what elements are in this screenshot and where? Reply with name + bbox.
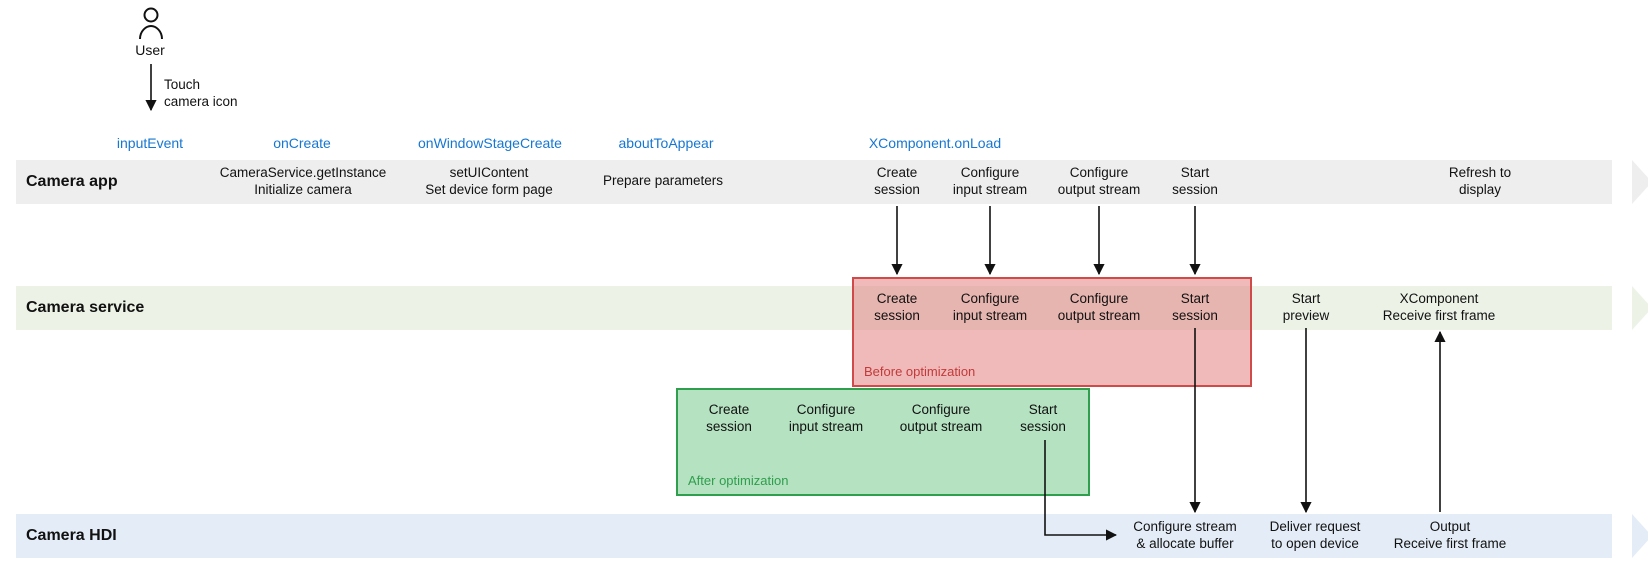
lane-title-app: Camera app	[26, 160, 118, 204]
srv-step-cfgoutput: Configure output stream	[1044, 291, 1154, 325]
srv-step-startpreview: Start preview	[1266, 291, 1346, 325]
srv-step-createsession: Create session	[862, 291, 932, 325]
lane-title-service: Camera service	[26, 286, 144, 330]
srv-step-receivefirst: XComponent Receive first frame	[1364, 291, 1514, 325]
method-abouttoappear: aboutToAppear	[606, 135, 726, 153]
method-onwindowstagecreate: onWindowStageCreate	[400, 135, 580, 153]
app-step-prepareparams: Prepare parameters	[588, 173, 738, 190]
app-step-createsession: Create session	[862, 165, 932, 199]
app-step-cfginput: Configure input stream	[940, 165, 1040, 199]
app-step-getinstance: CameraService.getInstance Initialize cam…	[208, 165, 398, 199]
srv-step-startsession: Start session	[1160, 291, 1230, 325]
method-oncreate: onCreate	[262, 135, 342, 153]
app-step-setuicontent: setUIContent Set device form page	[414, 165, 564, 199]
diagram-canvas: User Touch camera icon inputEvent onCrea…	[0, 0, 1648, 578]
after-optimization-caption: After optimization	[688, 473, 788, 488]
method-inputevent: inputEvent	[100, 135, 200, 153]
app-step-cfgoutput: Configure output stream	[1044, 165, 1154, 199]
user-label: User	[120, 42, 180, 60]
hdi-step-output: Output Receive first frame	[1380, 519, 1520, 553]
app-step-startsession: Start session	[1160, 165, 1230, 199]
app-step-refresh: Refresh to display	[1440, 165, 1520, 199]
user-action-label: Touch camera icon	[164, 77, 264, 111]
opt-step-cfgoutput: Configure output stream	[886, 402, 996, 436]
before-optimization-caption: Before optimization	[864, 364, 975, 379]
opt-step-startsession: Start session	[1008, 402, 1078, 436]
opt-step-createsession: Create session	[694, 402, 764, 436]
method-xcomponent-onload: XComponent.onLoad	[850, 135, 1020, 153]
lane-title-hdi: Camera HDI	[26, 514, 117, 558]
hdi-step-configstream: Configure stream & allocate buffer	[1120, 519, 1250, 553]
user-icon	[137, 6, 165, 42]
opt-step-cfginput: Configure input stream	[776, 402, 876, 436]
hdi-step-deliverreq: Deliver request to open device	[1260, 519, 1370, 553]
srv-step-cfginput: Configure input stream	[940, 291, 1040, 325]
